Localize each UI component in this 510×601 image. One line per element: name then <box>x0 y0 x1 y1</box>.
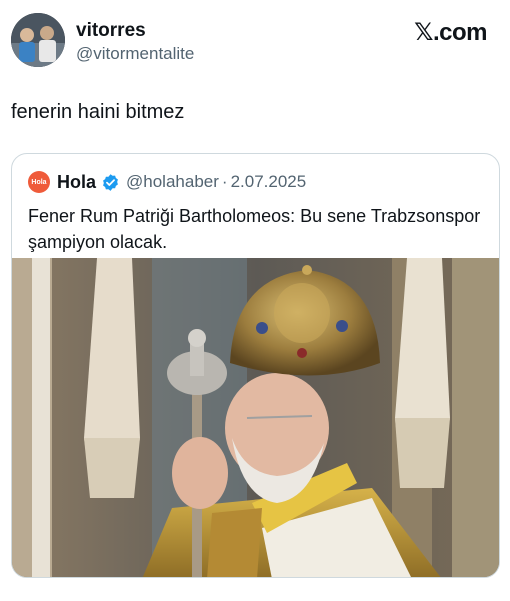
quoted-display-name[interactable]: Hola <box>57 172 96 193</box>
quoted-text: Fener Rum Patriği Bartholomeos: Bu sene … <box>28 206 481 252</box>
hola-avatar[interactable]: Hola <box>28 171 50 193</box>
quoted-tweet-card[interactable]: Hola Hola @holahaber · 2.07.2025 Fener R… <box>11 153 500 578</box>
author-avatar[interactable] <box>11 13 65 67</box>
quoted-date[interactable]: 2.07.2025 <box>231 172 307 192</box>
author-handle[interactable]: @vitormentalite <box>76 44 194 64</box>
meta-separator: · <box>221 172 228 191</box>
tweet-text: fenerin haini bitmez <box>11 101 185 123</box>
patriarch-photo[interactable] <box>12 258 499 577</box>
quoted-tweet-header: Hola Hola @holahaber · 2.07.2025 <box>28 170 306 194</box>
quoted-handle[interactable]: @holahaber <box>126 172 219 192</box>
x-logo: 𝕏.com <box>414 19 487 46</box>
tweet-header: vitorres @vitormentalite 𝕏.com <box>11 13 501 69</box>
author-display-name[interactable]: vitorres <box>76 20 146 42</box>
verified-badge-icon <box>103 173 118 191</box>
